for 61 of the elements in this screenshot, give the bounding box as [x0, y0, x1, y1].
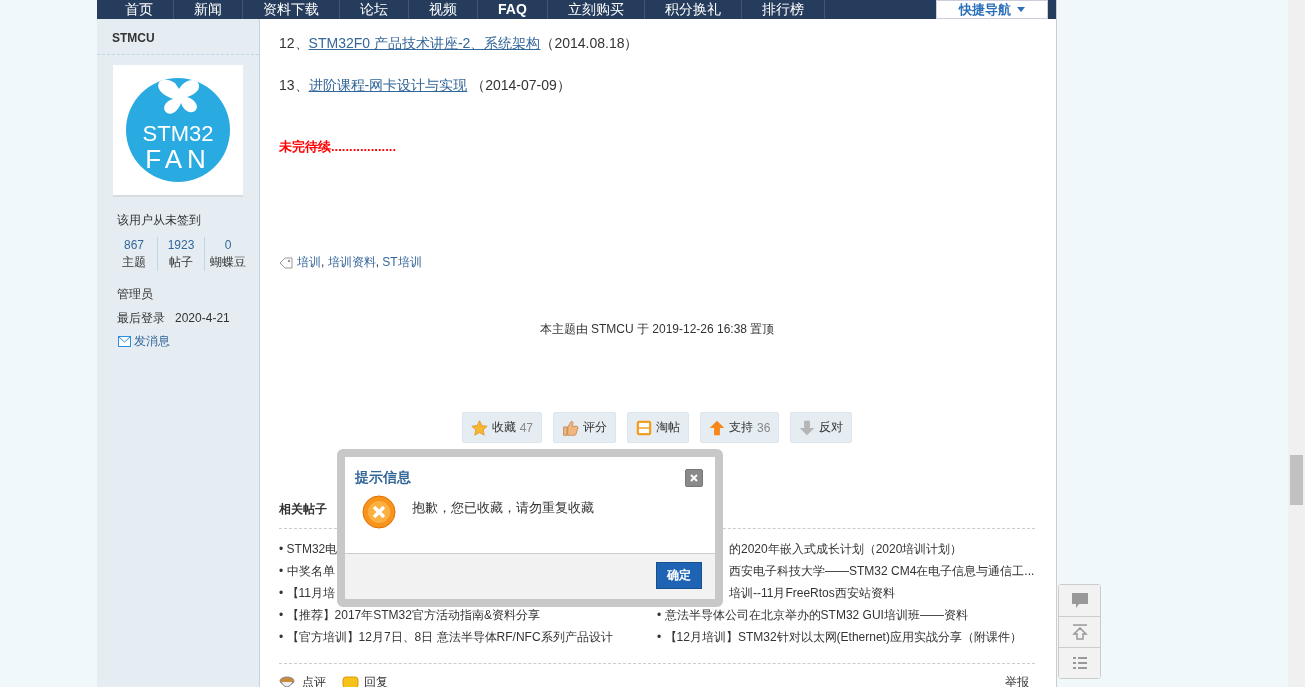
nav-link[interactable]: 排行榜: [741, 0, 825, 19]
error-icon: [362, 495, 396, 529]
send-message-link[interactable]: 发消息: [118, 333, 259, 350]
thumbs-up-icon: [562, 419, 579, 436]
tag-icon: [279, 256, 293, 269]
stat-label: 主题: [122, 254, 146, 271]
dialog-message: 抱歉，您已收藏，请勿重复收藏: [412, 499, 594, 517]
nav-link[interactable]: 积分换礼: [644, 0, 742, 19]
lesson-link[interactable]: 进阶课程-网卡设计与实现: [308, 77, 468, 93]
list-icon: [1071, 655, 1088, 671]
related-post-link[interactable]: • 【12月培训】STM32针对以太网(Ethernet)应用实战分享（附课件）: [657, 629, 1035, 645]
stat-label: 帖子: [169, 254, 193, 271]
quick-nav-button[interactable]: 快捷导航: [936, 0, 1048, 19]
tray-icon: [636, 419, 652, 436]
down-arrow-icon: [799, 419, 816, 436]
envelope-icon: [118, 336, 131, 347]
pinned-note: 本主题由 STMCU 于 2019-12-26 16:38 置顶: [538, 321, 776, 337]
cup-icon: [279, 675, 297, 687]
dialog-title: 提示信息: [355, 469, 411, 487]
user-group[interactable]: 管理员: [117, 286, 259, 303]
collect-button[interactable]: 淘帖: [627, 412, 689, 443]
stat-label: 蝴蝶豆: [210, 254, 246, 271]
rate-button[interactable]: 评分: [553, 412, 616, 443]
related-post-link[interactable]: • 意法半导体公司在北京举办的STM32 GUI培训班——资料: [657, 607, 1035, 623]
tag-separator: ,: [375, 255, 380, 269]
scrollbar[interactable]: [1288, 0, 1305, 687]
tag-link[interactable]: 培训资料: [327, 255, 376, 269]
stat-value[interactable]: 1923: [167, 237, 195, 254]
post-line: 13、进阶课程-网卡设计与实现 （2014-07-09）: [279, 76, 572, 95]
close-button[interactable]: [685, 469, 703, 487]
tag-link[interactable]: 培训: [297, 255, 321, 269]
list-float-button[interactable]: [1059, 647, 1100, 678]
caret-icon: [1017, 7, 1025, 12]
username[interactable]: STMCU: [97, 19, 259, 55]
chat-bubble-icon: [1070, 592, 1089, 609]
tag-separator: ,: [321, 255, 326, 269]
nav-link[interactable]: 立刻购买: [547, 0, 645, 19]
to-be-continued: 未完待续..................: [279, 138, 397, 156]
favorite-button[interactable]: 收藏 47: [461, 412, 542, 443]
related-post-link[interactable]: • 【推荐】2017年STM32官方活动指南&资料分享: [279, 607, 657, 623]
tag-link[interactable]: ST培训: [382, 255, 422, 269]
reply-link[interactable]: 回复: [342, 674, 388, 687]
support-button[interactable]: 支持 36: [700, 412, 780, 443]
sign-status: 该用户从未签到: [117, 212, 202, 229]
nav-link[interactable]: 视频: [409, 0, 478, 19]
stat-value[interactable]: 0: [224, 237, 232, 254]
nav-link[interactable]: 论坛: [340, 0, 409, 19]
star-icon: [470, 419, 488, 436]
confirm-button[interactable]: 确定: [656, 562, 702, 589]
related-post-link[interactable]: • 【官方培训】12月7日、8日 意法半导体RF/NFC系列产品设计: [279, 629, 657, 645]
post-line: 12、STM32F0 产品技术讲座-2、系统架构（2014.08.18）: [279, 34, 640, 53]
close-icon: [690, 474, 698, 482]
speech-bubble-icon: [342, 675, 359, 687]
report-link[interactable]: 举报: [1005, 674, 1029, 687]
oppose-button[interactable]: 反对: [790, 412, 853, 443]
up-arrow-icon: [709, 419, 725, 436]
stat-value[interactable]: 867: [124, 237, 144, 254]
lesson-link[interactable]: STM32F0 产品技术讲座-2、系统架构: [308, 35, 541, 51]
back-to-top-icon: [1071, 623, 1088, 641]
nav-link[interactable]: FAQ: [478, 0, 548, 19]
last-login-label: 最后登录 2020-4-21: [117, 310, 231, 327]
